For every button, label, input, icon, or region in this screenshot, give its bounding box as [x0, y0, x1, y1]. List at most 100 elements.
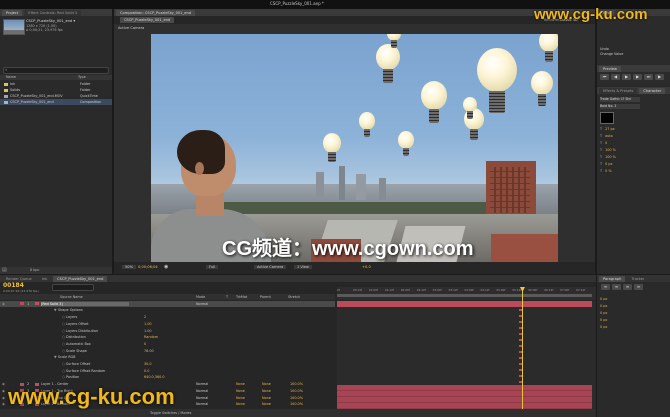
- layer-row[interactable]: ▼ Scale RGB: [0, 355, 335, 361]
- tab-paragraph[interactable]: Paragraph: [599, 276, 626, 282]
- color-swatches[interactable]: [600, 112, 614, 124]
- layer-mode-dropdown[interactable]: Normal: [196, 402, 208, 406]
- col-trkmat[interactable]: TrkMat: [236, 295, 247, 299]
- paragraph-value-row[interactable]: 0 px: [600, 295, 668, 302]
- paragraph-value-row[interactable]: 0 px: [600, 323, 668, 330]
- view-layout-dropdown[interactable]: 1 View: [294, 265, 312, 269]
- align-right-icon[interactable]: ≡: [623, 284, 632, 290]
- col-type[interactable]: Type: [78, 75, 86, 79]
- property-value[interactable]: 76.00: [144, 349, 154, 353]
- layer-row[interactable]: ○ Distribution Random: [0, 335, 335, 341]
- align-center-icon[interactable]: ≡: [612, 284, 621, 290]
- col-source-name[interactable]: Source Name: [60, 295, 83, 299]
- next-frame-icon[interactable]: ▶: [633, 74, 642, 80]
- character-value-row[interactable]: T 27 px: [600, 125, 668, 132]
- layer-mode-dropdown[interactable]: Normal: [196, 396, 208, 400]
- prev-frame-icon[interactable]: ◀: [611, 74, 620, 80]
- current-time-indicator[interactable]: [520, 287, 525, 409]
- timeline-timecode[interactable]: 00184: [3, 282, 24, 289]
- property-value[interactable]: 0: [144, 342, 146, 346]
- first-frame-icon[interactable]: ⏮: [600, 74, 609, 80]
- tab-preview[interactable]: Preview: [599, 66, 621, 72]
- bpc-label[interactable]: 8 bpc: [30, 268, 39, 272]
- layer-bars-bottom[interactable]: [337, 385, 592, 409]
- layer-row[interactable]: ○ Surface Offset 30.0: [0, 361, 335, 367]
- parent-dropdown[interactable]: None: [262, 382, 271, 386]
- property-value[interactable]: 2: [144, 315, 146, 319]
- snapshot-icon[interactable]: ◉: [164, 264, 168, 270]
- eye-icon[interactable]: ◉: [2, 396, 6, 400]
- trkmat-dropdown[interactable]: None: [236, 396, 245, 400]
- camera-dropdown[interactable]: Active Camera: [254, 265, 287, 269]
- layer-mode-dropdown[interactable]: Normal: [196, 302, 208, 306]
- tab-ink[interactable]: Ink: [37, 276, 52, 282]
- zoom-dropdown[interactable]: 50%: [122, 265, 136, 269]
- layer-row[interactable]: ○ Layers Offset 1.00: [0, 321, 335, 327]
- play-icon[interactable]: ▶: [622, 74, 631, 80]
- layer-row[interactable]: ◉ 1 [Red Solid 3] Normal: [0, 301, 335, 307]
- character-value-row[interactable]: Tauto: [600, 132, 668, 139]
- layer-label-color[interactable]: [20, 302, 24, 306]
- property-value[interactable]: 0.0: [144, 369, 149, 373]
- col-parent[interactable]: Parent: [260, 295, 271, 299]
- property-value[interactable]: 1.00: [144, 329, 152, 333]
- property-value[interactable]: 640.0,360.0: [144, 375, 165, 379]
- paragraph-value-row[interactable]: 0 px: [600, 309, 668, 316]
- work-area-bar[interactable]: [337, 294, 592, 297]
- stretch-value[interactable]: 100.0%: [290, 396, 303, 400]
- paragraph-value-row[interactable]: 0 px: [600, 302, 668, 309]
- tab-effect-controls[interactable]: Effect Controls: Red Solid 3: [24, 10, 82, 16]
- property-value[interactable]: 30.0: [144, 362, 152, 366]
- col-t[interactable]: T: [226, 295, 228, 299]
- layer-row[interactable]: ○ Layers Distribution 1.00: [0, 328, 335, 334]
- stretch-value[interactable]: 100.0%: [290, 402, 303, 406]
- stretch-value[interactable]: 100.0%: [290, 382, 303, 386]
- timeline-search-input[interactable]: [52, 284, 94, 291]
- parent-dropdown[interactable]: None: [262, 402, 271, 406]
- character-value-row[interactable]: T 100 %: [600, 153, 668, 160]
- layer-row[interactable]: ○ Surface Offset Random 0.0: [0, 368, 335, 374]
- project-item[interactable]: CSCP_PuzzleSky_001_end Composition: [0, 99, 112, 105]
- project-search-input[interactable]: ⌕: [3, 67, 109, 74]
- timecode-display[interactable]: 0;00;06;04: [138, 265, 158, 269]
- character-value-row[interactable]: T0: [600, 139, 668, 146]
- parent-dropdown[interactable]: None: [262, 389, 271, 393]
- col-name[interactable]: Name: [6, 75, 16, 79]
- paragraph-value-row[interactable]: 0 px: [600, 316, 668, 323]
- col-mode[interactable]: Mode: [196, 295, 205, 299]
- exposure-value[interactable]: +0.0: [362, 265, 371, 269]
- eye-icon[interactable]: ◉: [2, 302, 6, 306]
- tab-effects-presets[interactable]: Effects & Presets: [599, 88, 638, 94]
- toggle-switches-modes[interactable]: Toggle Switches / Modes: [150, 411, 191, 415]
- character-value-row[interactable]: T0 px: [600, 160, 668, 167]
- trkmat-dropdown[interactable]: None: [236, 402, 245, 406]
- parent-dropdown[interactable]: None: [262, 396, 271, 400]
- subtab-comp[interactable]: CSCP_PuzzleSky_001_end: [120, 17, 175, 23]
- layer-row[interactable]: ○ Scale Shape 76.00: [0, 348, 335, 354]
- trkmat-dropdown[interactable]: None: [236, 382, 245, 386]
- viewer-canvas[interactable]: [151, 34, 558, 262]
- eye-icon[interactable]: ◉: [2, 389, 6, 393]
- tab-project[interactable]: Project: [2, 10, 23, 16]
- character-value-row[interactable]: T 100 %: [600, 146, 668, 153]
- layer-mode-dropdown[interactable]: Normal: [196, 382, 208, 386]
- justify-icon[interactable]: ≡: [634, 284, 643, 290]
- tab-timeline-comp[interactable]: CSCP_PuzzleSky_001_end: [53, 276, 108, 282]
- layer-row[interactable]: ○ Automatic Box 0: [0, 341, 335, 347]
- tab-character[interactable]: Character: [639, 88, 666, 94]
- resolution-dropdown[interactable]: Full: [206, 265, 219, 269]
- align-left-icon[interactable]: ≡: [601, 284, 610, 290]
- col-stretch[interactable]: Stretch: [288, 295, 300, 299]
- eye-icon[interactable]: ◉: [2, 382, 6, 386]
- ram-preview-icon[interactable]: ▶: [655, 74, 664, 80]
- layer-row[interactable]: ▼ Shape Options: [0, 308, 335, 314]
- layer-row[interactable]: ○ Layers 2: [0, 314, 335, 320]
- trkmat-dropdown[interactable]: None: [236, 389, 245, 393]
- layer1-bar[interactable]: [337, 301, 592, 307]
- character-value-row[interactable]: T0 %: [600, 167, 668, 174]
- trash-icon[interactable]: ▤: [2, 267, 7, 273]
- eye-icon[interactable]: ◉: [2, 402, 6, 406]
- stretch-value[interactable]: 100.0%: [290, 389, 303, 393]
- style-dropdown[interactable]: Bold No. 2: [600, 104, 640, 109]
- tab-tracker[interactable]: Tracker: [627, 276, 649, 282]
